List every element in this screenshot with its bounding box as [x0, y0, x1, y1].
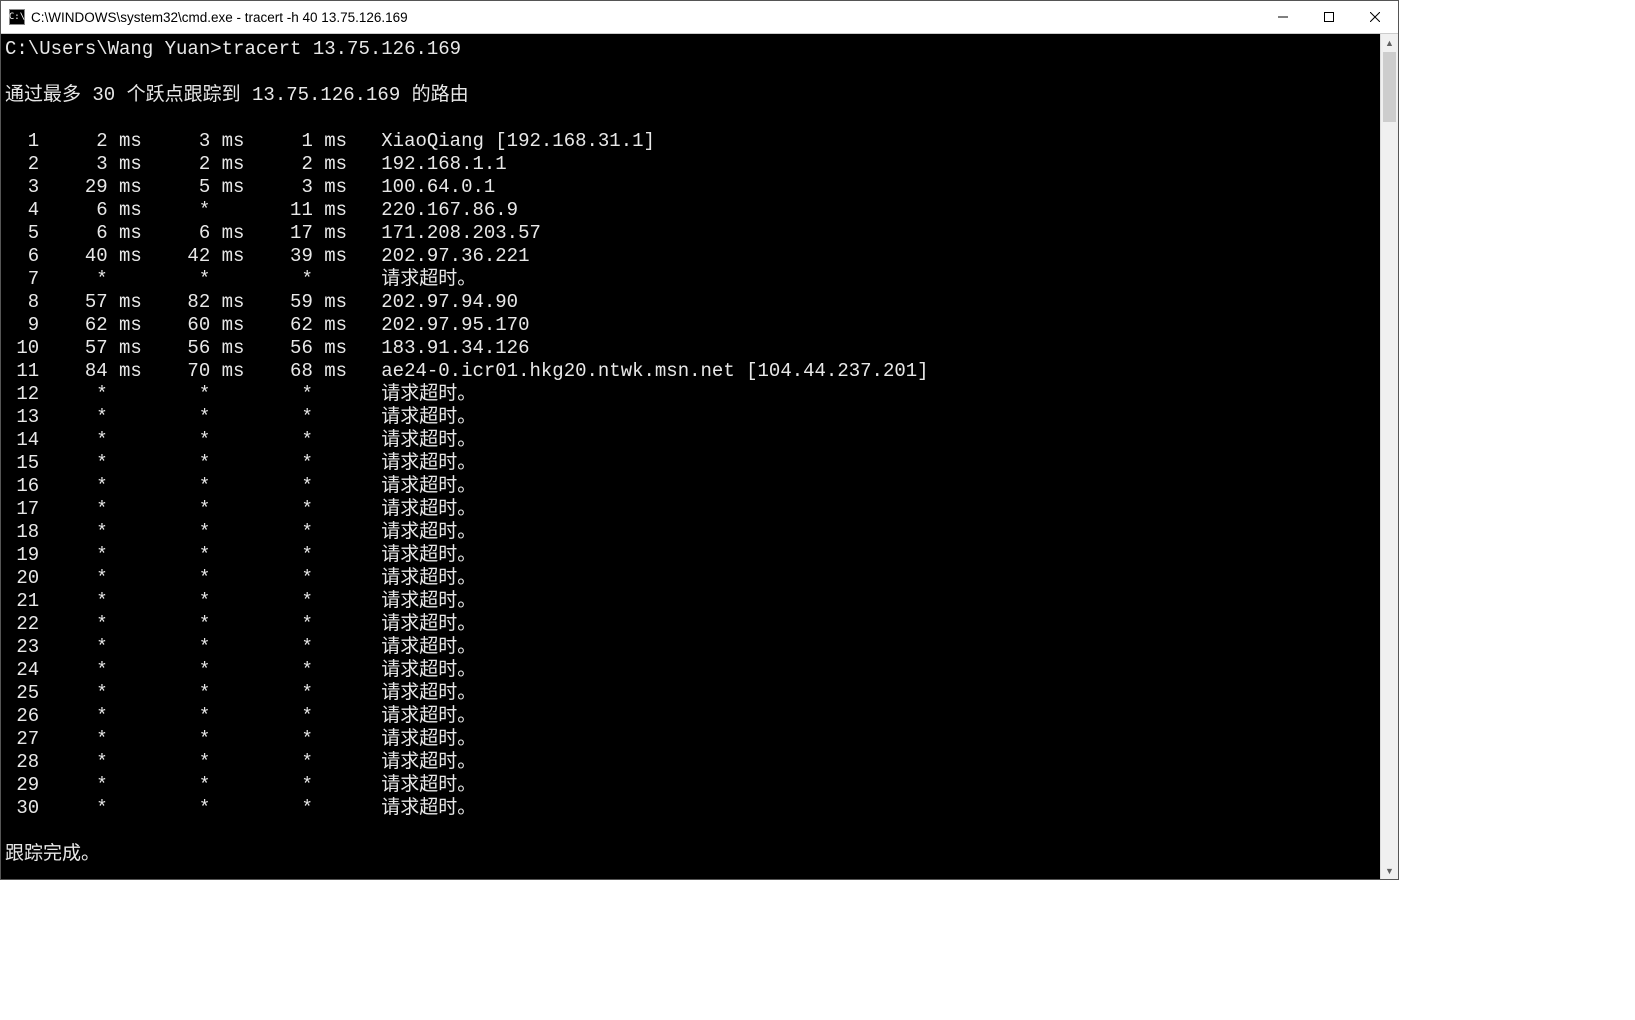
tracert-hop-row: 21 * * * 请求超时。 [5, 590, 1380, 613]
tracert-hop-row: 29 * * * 请求超时。 [5, 774, 1380, 797]
tracert-hop-row: 14 * * * 请求超时。 [5, 429, 1380, 452]
tracert-hop-row: 28 * * * 请求超时。 [5, 751, 1380, 774]
close-button[interactable] [1352, 1, 1398, 33]
scroll-down-arrow-icon[interactable]: ▼ [1381, 862, 1398, 879]
tracert-hop-row: 20 * * * 请求超时。 [5, 567, 1380, 590]
tracert-hop-row: 3 29 ms 5 ms 3 ms 100.64.0.1 [5, 176, 1380, 199]
tracert-hop-row: 25 * * * 请求超时。 [5, 682, 1380, 705]
tracert-hop-row: 2 3 ms 2 ms 2 ms 192.168.1.1 [5, 153, 1380, 176]
tracert-hop-row: 11 84 ms 70 ms 68 ms ae24-0.icr01.hkg20.… [5, 360, 1380, 383]
tracert-hop-row: 13 * * * 请求超时。 [5, 406, 1380, 429]
tracert-hop-row: 24 * * * 请求超时。 [5, 659, 1380, 682]
tracert-hop-row: 4 6 ms * 11 ms 220.167.86.9 [5, 199, 1380, 222]
tracert-hop-row: 22 * * * 请求超时。 [5, 613, 1380, 636]
cmd-window: C:\ C:\WINDOWS\system32\cmd.exe - tracer… [0, 0, 1399, 880]
scroll-thumb[interactable] [1383, 52, 1396, 122]
tracert-header: 通过最多 30 个跃点跟踪到 13.75.126.169 的路由 [5, 84, 1380, 107]
tracert-hop-row: 5 6 ms 6 ms 17 ms 171.208.203.57 [5, 222, 1380, 245]
terminal-output[interactable]: C:\Users\Wang Yuan>tracert 13.75.126.169… [1, 34, 1380, 879]
cmd-icon: C:\ [9, 9, 25, 25]
tracert-hop-row: 17 * * * 请求超时。 [5, 498, 1380, 521]
maximize-button[interactable] [1306, 1, 1352, 33]
client-area: C:\Users\Wang Yuan>tracert 13.75.126.169… [1, 34, 1398, 879]
tracert-hop-row: 18 * * * 请求超时。 [5, 521, 1380, 544]
blank-line [5, 107, 1380, 130]
vertical-scrollbar[interactable]: ▲ ▼ [1380, 34, 1398, 879]
tracert-hop-row: 30 * * * 请求超时。 [5, 797, 1380, 820]
window-title: C:\WINDOWS\system32\cmd.exe - tracert -h… [31, 10, 1260, 25]
tracert-hop-row: 19 * * * 请求超时。 [5, 544, 1380, 567]
prompt-line: C:\Users\Wang Yuan>tracert 13.75.126.169 [5, 38, 1380, 61]
scroll-up-arrow-icon[interactable]: ▲ [1381, 34, 1398, 51]
tracert-hop-row: 15 * * * 请求超时。 [5, 452, 1380, 475]
tracert-hop-row: 27 * * * 请求超时。 [5, 728, 1380, 751]
tracert-hop-row: 26 * * * 请求超时。 [5, 705, 1380, 728]
tracert-hop-row: 10 57 ms 56 ms 56 ms 183.91.34.126 [5, 337, 1380, 360]
titlebar[interactable]: C:\ C:\WINDOWS\system32\cmd.exe - tracer… [1, 1, 1398, 34]
tracert-hop-row: 9 62 ms 60 ms 62 ms 202.97.95.170 [5, 314, 1380, 337]
tracert-hop-row: 6 40 ms 42 ms 39 ms 202.97.36.221 [5, 245, 1380, 268]
blank-line [5, 61, 1380, 84]
tracert-footer: 跟踪完成。 [5, 843, 1380, 866]
tracert-hop-row: 12 * * * 请求超时。 [5, 383, 1380, 406]
tracert-hop-row: 23 * * * 请求超时。 [5, 636, 1380, 659]
tracert-hop-row: 1 2 ms 3 ms 1 ms XiaoQiang [192.168.31.1… [5, 130, 1380, 153]
window-controls [1260, 1, 1398, 33]
tracert-hop-row: 8 57 ms 82 ms 59 ms 202.97.94.90 [5, 291, 1380, 314]
tracert-hop-row: 7 * * * 请求超时。 [5, 268, 1380, 291]
tracert-hop-row: 16 * * * 请求超时。 [5, 475, 1380, 498]
blank-line [5, 820, 1380, 843]
minimize-button[interactable] [1260, 1, 1306, 33]
